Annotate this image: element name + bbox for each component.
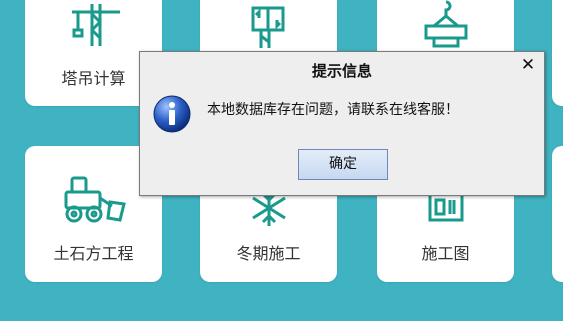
close-icon[interactable]: ✕ xyxy=(520,57,536,74)
ok-button[interactable]: 确定 xyxy=(298,149,388,180)
snowflake-icon xyxy=(200,188,337,248)
tile-partial-right-bottom[interactable] xyxy=(552,146,563,282)
tile-label: 冬期施工 xyxy=(236,244,301,263)
crane-calc-icon xyxy=(200,0,337,50)
dialog-titlebar[interactable]: 提示信息 ✕ xyxy=(140,52,544,84)
tile-label: 施工图 xyxy=(421,244,470,263)
info-icon xyxy=(152,94,192,138)
message-dialog: 提示信息 ✕ 本地数据库存在问题，请联系在线客服！ 确定 xyxy=(139,51,545,196)
hoist-icon xyxy=(377,0,514,50)
tile-label: 土石方工程 xyxy=(53,244,134,263)
tile-partial-right-top[interactable] xyxy=(552,0,563,106)
dialog-message: 本地数据库存在问题，请联系在线客服！ xyxy=(207,102,459,118)
dialog-title: 提示信息 xyxy=(311,62,372,80)
tower-crane-icon xyxy=(25,0,162,50)
